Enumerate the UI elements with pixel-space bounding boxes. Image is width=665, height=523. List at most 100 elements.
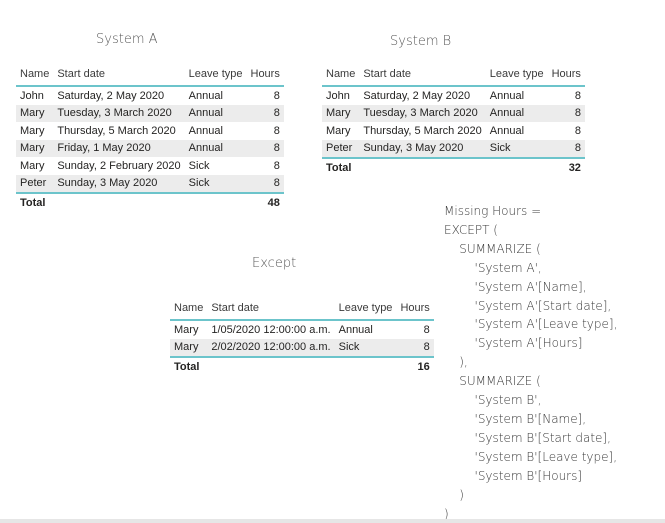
dax-line: 'System B'[Start date], <box>444 430 611 445</box>
bottom-divider <box>0 519 665 523</box>
column-header-hours[interactable]: Hours <box>396 297 434 321</box>
dax-line: EXCEPT ( <box>444 222 498 237</box>
cell-name: Mary <box>20 124 45 137</box>
table-row[interactable]: Mary Tuesday, 3 March 2020 Annual 8 <box>322 104 585 122</box>
total-label: Total <box>322 157 360 176</box>
cell-leave-type: Annual <box>338 323 373 336</box>
table-row[interactable]: John Saturday, 2 May 2020 Annual 8 <box>16 86 284 105</box>
column-header-name[interactable]: Name <box>16 63 54 87</box>
cell-hours: 8 <box>423 323 430 336</box>
cell-leave-type: Annual <box>184 139 247 157</box>
table-total-row: Total 16 <box>170 356 434 375</box>
column-header-hours[interactable]: Hours <box>246 63 284 87</box>
cell-start-date: Friday, 1 May 2020 <box>53 139 185 157</box>
cell-name: Peter <box>322 139 360 158</box>
dax-line: 'System A', <box>444 260 542 275</box>
dax-line: SUMMARIZE ( <box>444 241 541 256</box>
column-header-leave-type[interactable]: Leave type <box>184 63 247 87</box>
system-b-title: System B <box>390 34 452 49</box>
dax-line: ), <box>444 355 468 370</box>
cell-name: John <box>326 89 350 102</box>
table-total-row: Total 32 <box>322 157 585 176</box>
table-row[interactable]: Peter Sunday, 3 May 2020 Sick 8 <box>16 174 284 193</box>
cell-start-date: Sunday, 2 February 2020 <box>57 159 181 172</box>
total-value: 16 <box>396 356 434 375</box>
dax-formula: Missing Hours = EXCEPT ( SUMMARIZE ( 'Sys… <box>444 202 617 523</box>
cell-hours: 8 <box>396 338 434 357</box>
cell-start-date: 2/02/2020 12:00:00 a.m. <box>207 338 335 357</box>
column-header-leave-type[interactable]: Leave type <box>334 297 397 321</box>
cell-hours: 8 <box>273 159 280 172</box>
dax-line: 'System B'[Name], <box>444 411 587 426</box>
cell-name: John <box>20 89 44 102</box>
cell-start-date: 1/05/2020 12:00:00 a.m. <box>211 323 331 336</box>
cell-start-date: Saturday, 2 May 2020 <box>363 89 471 102</box>
dax-line: 'System B'[Hours] <box>444 468 583 483</box>
table-row[interactable]: Mary 2/02/2020 12:00:00 a.m. Sick 8 <box>170 338 434 357</box>
cell-start-date: Sunday, 3 May 2020 <box>53 174 185 193</box>
cell-start-date: Sunday, 3 May 2020 <box>359 139 486 158</box>
table-header-row: Name Start date Leave type Hours <box>16 63 284 87</box>
cell-start-date: Tuesday, 3 March 2020 <box>53 104 185 122</box>
table-row[interactable]: Mary Sunday, 2 February 2020 Sick 8 <box>16 157 284 175</box>
cell-leave-type: Sick <box>184 174 247 193</box>
column-header-start-date[interactable]: Start date <box>207 297 335 321</box>
dax-line: 'System B'[Leave type], <box>444 449 618 464</box>
cell-hours: 8 <box>246 139 284 157</box>
cell-name: Mary <box>20 159 45 172</box>
cell-hours: 8 <box>246 104 284 122</box>
cell-name: Mary <box>16 139 54 157</box>
cell-name: Peter <box>16 174 54 193</box>
table-header-row: Name Start date Leave type Hours <box>322 63 585 87</box>
cell-leave-type: Sick <box>334 338 397 357</box>
column-header-hours[interactable]: Hours <box>547 63 585 87</box>
except-title: Except <box>252 256 297 271</box>
cell-leave-type: Annual <box>184 104 247 122</box>
cell-leave-type: Sick <box>188 159 210 172</box>
dax-line: SUMMARIZE ( <box>444 374 541 389</box>
cell-hours: 8 <box>246 174 284 193</box>
table-row[interactable]: Mary 1/05/2020 12:00:00 a.m. Annual 8 <box>170 320 434 339</box>
table-row[interactable]: Peter Sunday, 3 May 2020 Sick 8 <box>322 139 585 158</box>
table-row[interactable]: Mary Friday, 1 May 2020 Annual 8 <box>16 139 284 157</box>
total-value: 32 <box>547 157 585 176</box>
column-header-name[interactable]: Name <box>170 297 208 321</box>
column-header-start-date[interactable]: Start date <box>359 63 486 87</box>
cell-leave-type: Sick <box>485 139 548 158</box>
cell-name: Mary <box>174 323 199 336</box>
table-row[interactable]: Mary Tuesday, 3 March 2020 Annual 8 <box>16 104 284 122</box>
table-total-row: Total 48 <box>16 192 284 211</box>
except-table[interactable]: Name Start date Leave type Hours Mary 1/0… <box>170 297 434 375</box>
total-label: Total <box>16 192 54 211</box>
dax-line: 'System A'[Start date], <box>444 298 612 313</box>
system-b-table[interactable]: Name Start date Leave type Hours John Sat… <box>322 63 585 176</box>
table-row[interactable]: John Saturday, 2 May 2020 Annual 8 <box>322 86 585 105</box>
cell-start-date: Saturday, 2 May 2020 <box>57 89 165 102</box>
cell-name: Mary <box>170 338 208 357</box>
cell-name: Mary <box>16 104 54 122</box>
column-header-name[interactable]: Name <box>322 63 360 87</box>
column-header-leave-type[interactable]: Leave type <box>485 63 548 87</box>
cell-hours: 8 <box>547 139 585 158</box>
table-row[interactable]: Mary Thursday, 5 March 2020 Annual 8 <box>322 122 585 140</box>
cell-hours: 8 <box>574 89 581 102</box>
cell-hours: 8 <box>547 104 585 122</box>
system-a-title: System A <box>96 32 158 47</box>
cell-name: Mary <box>326 124 351 137</box>
dax-line: 'System A'[Name], <box>444 279 587 294</box>
total-label: Total <box>170 356 208 375</box>
column-header-start-date[interactable]: Start date <box>53 63 185 87</box>
dax-line: Missing Hours = <box>444 204 542 218</box>
system-a-table[interactable]: Name Start date Leave type Hours John Sat… <box>16 63 284 211</box>
cell-hours: 8 <box>273 89 280 102</box>
cell-hours: 8 <box>574 124 581 137</box>
cell-leave-type: Annual <box>188 89 223 102</box>
table-row[interactable]: Mary Thursday, 5 March 2020 Annual 8 <box>16 122 284 140</box>
cell-hours: 8 <box>273 124 280 137</box>
dax-line: 'System A'[Leave type], <box>444 317 618 332</box>
dax-line: ) <box>444 487 464 502</box>
cell-start-date: Thursday, 5 March 2020 <box>57 124 176 137</box>
cell-start-date: Tuesday, 3 March 2020 <box>359 104 486 122</box>
dax-line: 'System A'[Hours] <box>444 336 583 351</box>
cell-leave-type: Annual <box>188 124 223 137</box>
